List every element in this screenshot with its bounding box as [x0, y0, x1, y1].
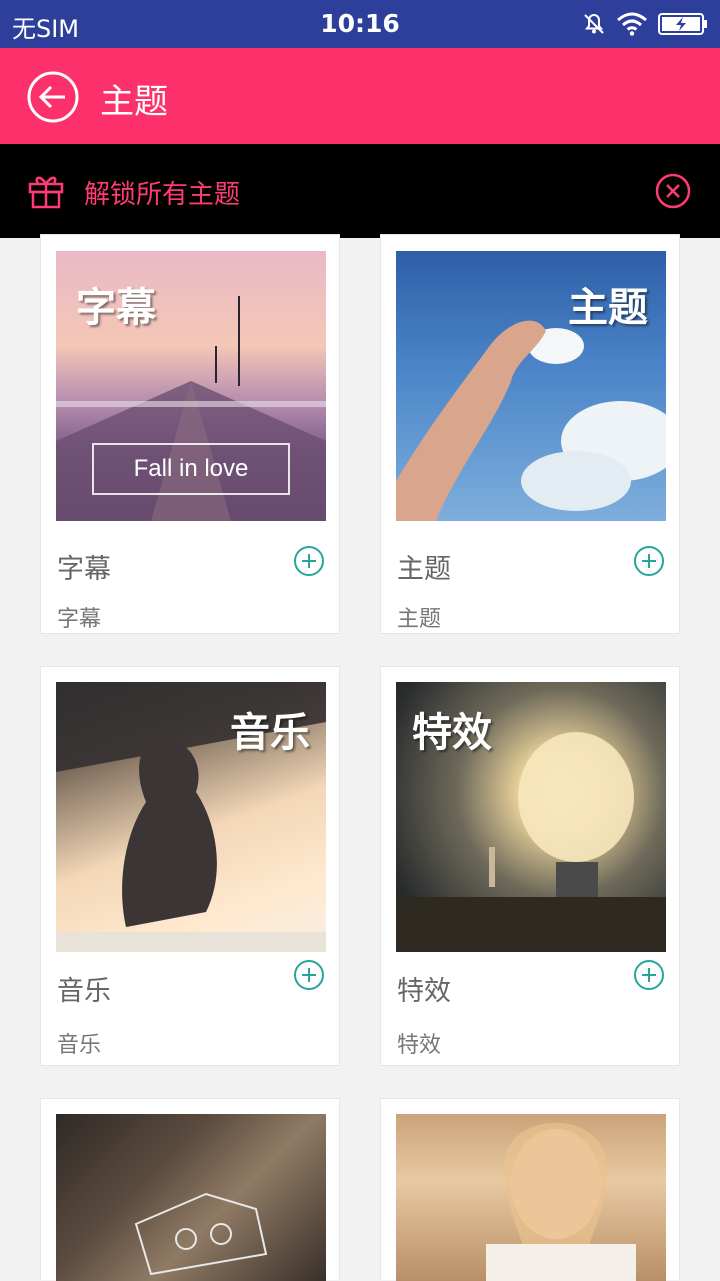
theme-card-music[interactable]: 音乐 音乐 音乐 [40, 666, 340, 1066]
theme-card[interactable] [380, 1098, 680, 1281]
card-title: 字幕 [57, 554, 111, 585]
status-bar: 无SIM 10:16 [0, 0, 720, 48]
add-icon[interactable] [633, 959, 665, 991]
unlock-banner[interactable]: 解锁所有主题 [0, 144, 720, 238]
close-icon[interactable] [654, 172, 692, 210]
card-description: 字幕 [57, 607, 102, 632]
effects-overlay-text: 特效 [412, 710, 492, 756]
theme-card-effects[interactable]: 特效 特效 特效 [380, 666, 680, 1066]
gift-icon [28, 176, 64, 209]
theme-overlay-text: 主题 [568, 285, 648, 331]
bell-muted-icon [584, 13, 604, 34]
subtitle-overlay-text: 字幕 [76, 285, 156, 331]
add-icon[interactable] [293, 959, 325, 991]
theme-thumbnail: 主题 [396, 251, 666, 521]
app-bar: 主题 [0, 48, 720, 144]
add-icon[interactable] [633, 545, 665, 577]
card-title: 特效 [397, 976, 451, 1007]
theme-card-subtitle[interactable]: 字幕 Fall in love 字幕 字幕 [40, 234, 340, 634]
card-description: 特效 [397, 1033, 442, 1058]
subtitle-thumbnail: 字幕 Fall in love [56, 251, 326, 521]
music-thumbnail: 音乐 [56, 682, 326, 952]
card-title: 主题 [397, 554, 451, 585]
theme-card[interactable] [40, 1098, 340, 1281]
wifi-icon [617, 12, 647, 36]
card-description: 音乐 [57, 1033, 102, 1058]
battery-charging-icon [658, 13, 707, 35]
fall-in-love-caption: Fall in love [92, 443, 290, 495]
card-description: 主题 [397, 607, 442, 632]
music-overlay-text: 音乐 [230, 710, 310, 756]
card-thumbnail [396, 1114, 666, 1281]
card-thumbnail [56, 1114, 326, 1281]
card-title: 音乐 [57, 976, 111, 1007]
back-arrow-icon[interactable] [26, 70, 80, 124]
effects-thumbnail: 特效 [396, 682, 666, 952]
unlock-all-themes-label: 解锁所有主题 [84, 180, 241, 210]
page-title: 主题 [100, 82, 168, 122]
add-icon[interactable] [293, 545, 325, 577]
theme-card-theme[interactable]: 主题 主题 主题 [380, 234, 680, 634]
